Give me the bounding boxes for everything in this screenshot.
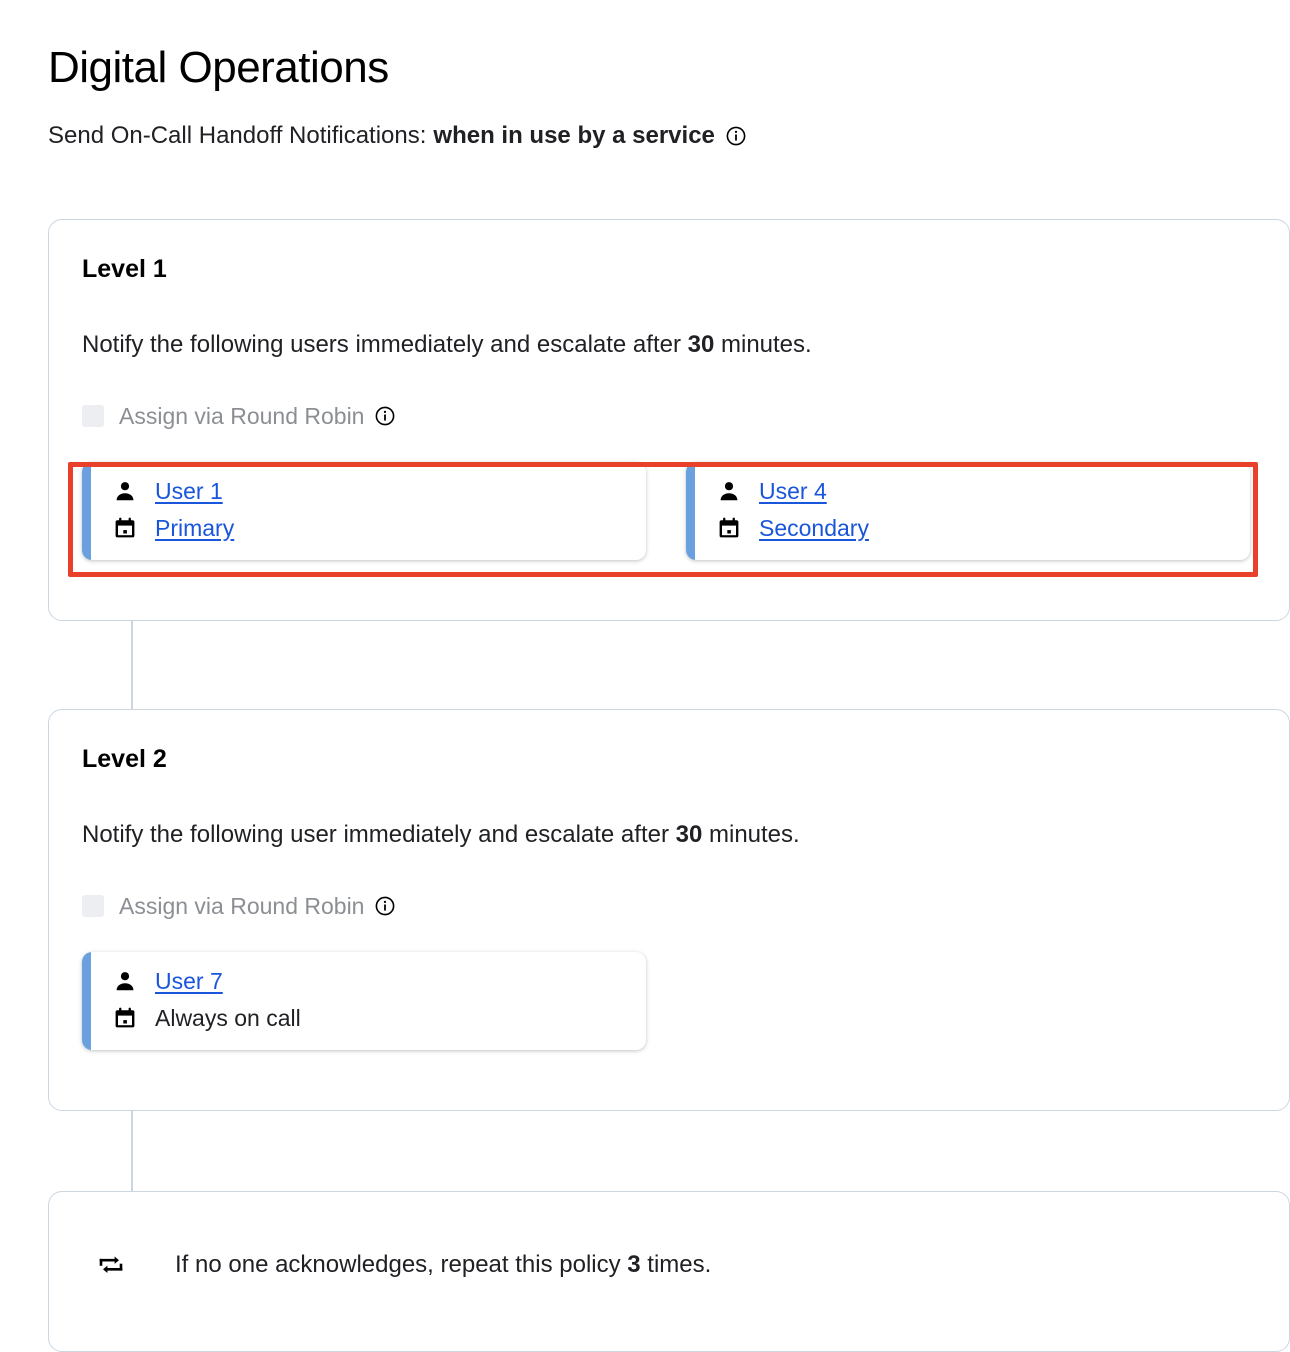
level-2-desc-prefix: Notify the following user immediately an… [82,821,676,848]
repeat-policy-text: If no one acknowledges, repeat this poli… [175,1251,711,1280]
repeat-prefix: If no one acknowledges, repeat this poli… [175,1250,628,1278]
level-2-description: Notify the following user immediately an… [82,820,800,850]
level-1-desc-prefix: Notify the following users immediately a… [82,331,688,358]
person-icon [113,479,137,503]
assignee-schedule-line: Secondary [717,514,869,542]
repeat-count: 3 [627,1250,641,1278]
assignee-user-line: User 7 [113,967,301,995]
level-2-title: Level 2 [82,745,167,773]
round-robin-checkbox[interactable] [82,405,104,427]
assignee-lines: User 4 Secondary [717,477,869,542]
level-2-escalate-minutes: 30 [675,821,703,848]
level-1-desc-suffix: minutes. [714,331,812,358]
handoff-notification-row: Send On-Call Handoff Notifications: when… [48,122,746,151]
round-robin-label: Assign via Round Robin [119,892,365,919]
repeat-icon [96,1250,126,1280]
page-title: Digital Operations [48,43,389,93]
level-1-assignee-row: User 1 Primary User 4 Secondary [82,462,1250,560]
assignee-card[interactable]: User 7 Always on call [82,952,646,1050]
info-circle-icon[interactable] [726,126,746,146]
assignee-user-link[interactable]: User 1 [155,479,223,503]
level-card-2[interactable]: Level 2 Notify the following user immedi… [48,709,1290,1111]
person-icon [113,969,137,993]
accent-bar [82,462,91,560]
assignee-user-link[interactable]: User 4 [759,479,827,503]
handoff-value[interactable]: when in use by a service [433,122,714,151]
info-circle-icon[interactable] [375,406,395,426]
assignee-schedule-link[interactable]: Primary [155,516,234,540]
accent-bar [82,952,91,1050]
connector-line [131,1110,133,1192]
assignee-card[interactable]: User 1 Primary [82,462,646,560]
level-1-escalate-minutes: 30 [687,331,715,358]
round-robin-checkbox[interactable] [82,895,104,917]
assignee-card[interactable]: User 4 Secondary [686,462,1250,560]
level-1-description: Notify the following users immediately a… [82,330,812,360]
assignee-user-line: User 4 [717,477,869,505]
repeat-policy-row: If no one acknowledges, repeat this poli… [96,1250,711,1280]
repeat-policy-card[interactable]: If no one acknowledges, repeat this poli… [48,1191,1290,1352]
assignee-lines: User 1 Primary [113,477,234,542]
level-card-1[interactable]: Level 1 Notify the following users immed… [48,219,1290,621]
level-1-round-robin-row[interactable]: Assign via Round Robin [82,402,395,430]
escalation-policy-page: Digital Operations Send On-Call Handoff … [0,0,1290,1352]
calendar-icon [113,1006,137,1030]
level-1-title: Level 1 [82,255,167,283]
level-2-assignee-row: User 7 Always on call [82,952,646,1050]
level-2-desc-suffix: minutes. [702,821,800,848]
calendar-icon [113,516,137,540]
assignee-schedule-line: Always on call [113,1004,301,1032]
assignee-user-line: User 1 [113,477,234,505]
connector-line [131,620,133,710]
assignee-schedule-text: Always on call [155,1004,301,1031]
info-circle-icon[interactable] [375,896,395,916]
repeat-suffix: times. [640,1250,712,1278]
accent-bar [686,462,695,560]
calendar-icon [717,516,741,540]
assignee-schedule-link[interactable]: Secondary [759,516,869,540]
assignee-user-link[interactable]: User 7 [155,969,223,993]
handoff-label: Send On-Call Handoff Notifications: [48,122,427,149]
assignee-schedule-line: Primary [113,514,234,542]
assignee-lines: User 7 Always on call [113,967,301,1032]
round-robin-label: Assign via Round Robin [119,402,365,429]
person-icon [717,479,741,503]
level-2-round-robin-row[interactable]: Assign via Round Robin [82,892,395,920]
